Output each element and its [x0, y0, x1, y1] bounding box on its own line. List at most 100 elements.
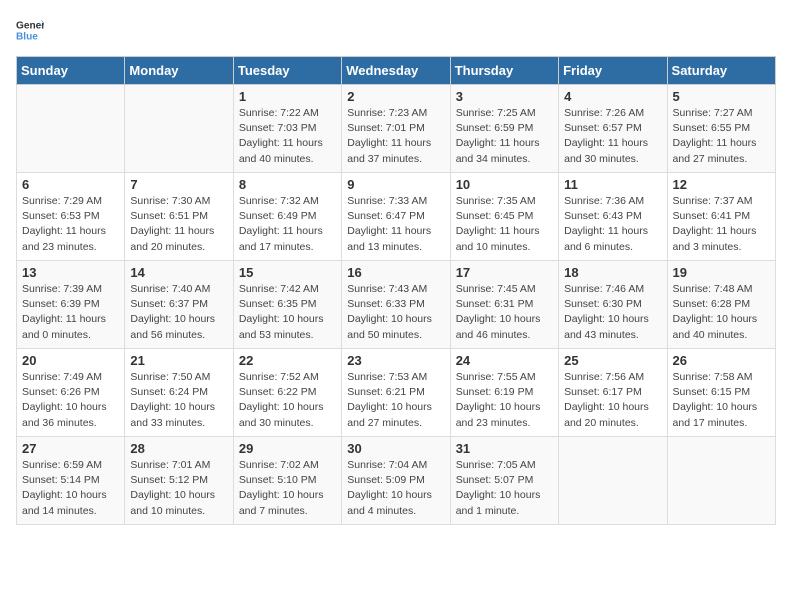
calendar-cell: 13 Sunrise: 7:39 AM Sunset: 6:39 PM Dayli… [17, 261, 125, 349]
calendar-cell: 15 Sunrise: 7:42 AM Sunset: 6:35 PM Dayli… [233, 261, 341, 349]
day-info: Sunrise: 7:42 AM Sunset: 6:35 PM Dayligh… [239, 282, 336, 343]
day-number: 15 [239, 265, 336, 280]
day-info: Sunrise: 7:05 AM Sunset: 5:07 PM Dayligh… [456, 458, 553, 519]
calendar-cell: 26 Sunrise: 7:58 AM Sunset: 6:15 PM Dayli… [667, 349, 775, 437]
day-info: Sunrise: 7:26 AM Sunset: 6:57 PM Dayligh… [564, 106, 661, 167]
calendar-week-row: 1 Sunrise: 7:22 AM Sunset: 7:03 PM Daylig… [17, 85, 776, 173]
day-info: Sunrise: 7:33 AM Sunset: 6:47 PM Dayligh… [347, 194, 444, 255]
weekday-header-sunday: Sunday [17, 57, 125, 85]
calendar-cell: 4 Sunrise: 7:26 AM Sunset: 6:57 PM Daylig… [559, 85, 667, 173]
calendar-cell: 22Sunrise: 7:52 AM Sunset: 6:22 PM Dayli… [233, 349, 341, 437]
day-info: Sunrise: 7:50 AM Sunset: 6:24 PM Dayligh… [130, 370, 227, 431]
calendar-week-row: 20Sunrise: 7:49 AM Sunset: 6:26 PM Dayli… [17, 349, 776, 437]
calendar-cell: 10Sunrise: 7:35 AM Sunset: 6:45 PM Dayli… [450, 173, 558, 261]
calendar-cell: 30 Sunrise: 7:04 AM Sunset: 5:09 PM Dayli… [342, 437, 450, 525]
calendar-cell [559, 437, 667, 525]
day-info: Sunrise: 7:23 AM Sunset: 7:01 PM Dayligh… [347, 106, 444, 167]
calendar-cell: 16Sunrise: 7:43 AM Sunset: 6:33 PM Dayli… [342, 261, 450, 349]
calendar-cell: 1 Sunrise: 7:22 AM Sunset: 7:03 PM Daylig… [233, 85, 341, 173]
day-info: Sunrise: 7:49 AM Sunset: 6:26 PM Dayligh… [22, 370, 119, 431]
calendar-cell: 7 Sunrise: 7:30 AM Sunset: 6:51 PM Daylig… [125, 173, 233, 261]
day-number: 25 [564, 353, 661, 368]
day-info: Sunrise: 7:46 AM Sunset: 6:30 PM Dayligh… [564, 282, 661, 343]
calendar-cell: 28 Sunrise: 7:01 AM Sunset: 5:12 PM Dayli… [125, 437, 233, 525]
weekday-header-wednesday: Wednesday [342, 57, 450, 85]
day-info: Sunrise: 7:25 AM Sunset: 6:59 PM Dayligh… [456, 106, 553, 167]
day-info: Sunrise: 7:36 AM Sunset: 6:43 PM Dayligh… [564, 194, 661, 255]
day-number: 1 [239, 89, 336, 104]
day-number: 13 [22, 265, 119, 280]
calendar-week-row: 27 Sunrise: 6:59 AM Sunset: 5:14 PM Dayli… [17, 437, 776, 525]
day-info: Sunrise: 7:04 AM Sunset: 5:09 PM Dayligh… [347, 458, 444, 519]
day-number: 8 [239, 177, 336, 192]
day-number: 9 [347, 177, 444, 192]
calendar-week-row: 13 Sunrise: 7:39 AM Sunset: 6:39 PM Dayli… [17, 261, 776, 349]
day-info: Sunrise: 7:02 AM Sunset: 5:10 PM Dayligh… [239, 458, 336, 519]
calendar-cell: 8 Sunrise: 7:32 AM Sunset: 6:49 PM Daylig… [233, 173, 341, 261]
day-number: 27 [22, 441, 119, 456]
day-number: 11 [564, 177, 661, 192]
day-info: Sunrise: 7:37 AM Sunset: 6:41 PM Dayligh… [673, 194, 770, 255]
calendar-cell: 2Sunrise: 7:23 AM Sunset: 7:01 PM Daylig… [342, 85, 450, 173]
day-number: 30 [347, 441, 444, 456]
day-info: Sunrise: 7:27 AM Sunset: 6:55 PM Dayligh… [673, 106, 770, 167]
calendar-cell [125, 85, 233, 173]
day-number: 29 [239, 441, 336, 456]
svg-text:Blue: Blue [16, 31, 38, 42]
day-info: Sunrise: 7:53 AM Sunset: 6:21 PM Dayligh… [347, 370, 444, 431]
weekday-header-monday: Monday [125, 57, 233, 85]
day-number: 7 [130, 177, 227, 192]
day-number: 4 [564, 89, 661, 104]
weekday-header-tuesday: Tuesday [233, 57, 341, 85]
day-info: Sunrise: 7:32 AM Sunset: 6:49 PM Dayligh… [239, 194, 336, 255]
day-info: Sunrise: 7:48 AM Sunset: 6:28 PM Dayligh… [673, 282, 770, 343]
day-info: Sunrise: 7:22 AM Sunset: 7:03 PM Dayligh… [239, 106, 336, 167]
calendar-body: 1 Sunrise: 7:22 AM Sunset: 7:03 PM Daylig… [17, 85, 776, 525]
calendar-table: SundayMondayTuesdayWednesdayThursdayFrid… [16, 56, 776, 525]
calendar-cell: 27 Sunrise: 6:59 AM Sunset: 5:14 PM Dayli… [17, 437, 125, 525]
day-number: 23 [347, 353, 444, 368]
day-info: Sunrise: 7:30 AM Sunset: 6:51 PM Dayligh… [130, 194, 227, 255]
day-number: 10 [456, 177, 553, 192]
day-number: 17 [456, 265, 553, 280]
day-number: 28 [130, 441, 227, 456]
calendar-cell: 29 Sunrise: 7:02 AM Sunset: 5:10 PM Dayli… [233, 437, 341, 525]
day-number: 5 [673, 89, 770, 104]
calendar-header: SundayMondayTuesdayWednesdayThursdayFrid… [17, 57, 776, 85]
calendar-cell: 3Sunrise: 7:25 AM Sunset: 6:59 PM Daylig… [450, 85, 558, 173]
day-info: Sunrise: 7:55 AM Sunset: 6:19 PM Dayligh… [456, 370, 553, 431]
calendar-cell [667, 437, 775, 525]
calendar-cell: 18Sunrise: 7:46 AM Sunset: 6:30 PM Dayli… [559, 261, 667, 349]
day-number: 12 [673, 177, 770, 192]
logo: General Blue [16, 16, 48, 44]
calendar-cell: 19 Sunrise: 7:48 AM Sunset: 6:28 PM Dayli… [667, 261, 775, 349]
calendar-cell: 23 Sunrise: 7:53 AM Sunset: 6:21 PM Dayli… [342, 349, 450, 437]
day-number: 21 [130, 353, 227, 368]
day-number: 16 [347, 265, 444, 280]
calendar-cell: 14 Sunrise: 7:40 AM Sunset: 6:37 PM Dayli… [125, 261, 233, 349]
calendar-cell: 11 Sunrise: 7:36 AM Sunset: 6:43 PM Dayli… [559, 173, 667, 261]
weekday-header-row: SundayMondayTuesdayWednesdayThursdayFrid… [17, 57, 776, 85]
day-number: 14 [130, 265, 227, 280]
day-number: 19 [673, 265, 770, 280]
day-info: Sunrise: 7:39 AM Sunset: 6:39 PM Dayligh… [22, 282, 119, 343]
svg-text:General: General [16, 20, 44, 31]
calendar-week-row: 6Sunrise: 7:29 AM Sunset: 6:53 PM Daylig… [17, 173, 776, 261]
calendar-cell: 12 Sunrise: 7:37 AM Sunset: 6:41 PM Dayli… [667, 173, 775, 261]
page-header: General Blue [16, 16, 776, 44]
calendar-cell: 5 Sunrise: 7:27 AM Sunset: 6:55 PM Daylig… [667, 85, 775, 173]
calendar-cell: 24Sunrise: 7:55 AM Sunset: 6:19 PM Dayli… [450, 349, 558, 437]
weekday-header-friday: Friday [559, 57, 667, 85]
day-number: 6 [22, 177, 119, 192]
calendar-cell: 9 Sunrise: 7:33 AM Sunset: 6:47 PM Daylig… [342, 173, 450, 261]
day-info: Sunrise: 7:40 AM Sunset: 6:37 PM Dayligh… [130, 282, 227, 343]
day-info: Sunrise: 7:01 AM Sunset: 5:12 PM Dayligh… [130, 458, 227, 519]
day-info: Sunrise: 6:59 AM Sunset: 5:14 PM Dayligh… [22, 458, 119, 519]
day-info: Sunrise: 7:45 AM Sunset: 6:31 PM Dayligh… [456, 282, 553, 343]
calendar-cell: 17 Sunrise: 7:45 AM Sunset: 6:31 PM Dayli… [450, 261, 558, 349]
weekday-header-thursday: Thursday [450, 57, 558, 85]
day-number: 26 [673, 353, 770, 368]
day-number: 31 [456, 441, 553, 456]
day-info: Sunrise: 7:56 AM Sunset: 6:17 PM Dayligh… [564, 370, 661, 431]
day-info: Sunrise: 7:58 AM Sunset: 6:15 PM Dayligh… [673, 370, 770, 431]
